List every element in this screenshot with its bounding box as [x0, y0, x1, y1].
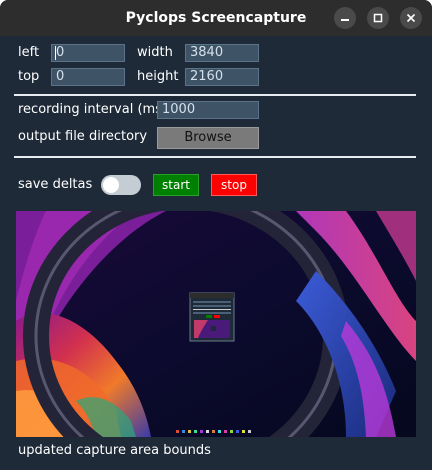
maximize-button[interactable] [367, 7, 389, 29]
app-window: Pyclops Screencapture left 0 width 3840 … [0, 0, 432, 470]
width-label: width [137, 45, 173, 60]
height-label: height [137, 69, 179, 84]
interval-value: 1000 [162, 102, 196, 117]
separator-1 [14, 94, 416, 96]
save-deltas-label: save deltas [18, 177, 93, 192]
height-value: 2160 [190, 69, 224, 84]
stop-button[interactable]: stop [211, 174, 257, 196]
close-icon [406, 13, 416, 23]
capture-preview [16, 211, 416, 437]
height-input[interactable]: 2160 [185, 68, 259, 86]
minimize-icon [341, 19, 349, 21]
minimize-button[interactable] [334, 7, 356, 29]
toggle-knob [103, 177, 119, 193]
interval-input[interactable]: 1000 [157, 101, 259, 119]
left-label: left [18, 45, 40, 60]
text-caret [55, 46, 56, 60]
close-button[interactable] [400, 7, 422, 29]
preview-wallpaper-image [16, 211, 416, 437]
width-input[interactable]: 3840 [185, 44, 259, 62]
start-button[interactable]: start [153, 174, 199, 196]
top-label: top [18, 69, 40, 84]
interval-label: recording interval (ms) [18, 102, 168, 117]
left-value: 0 [56, 45, 65, 60]
title-bar: Pyclops Screencapture [0, 0, 432, 36]
width-value: 3840 [190, 45, 224, 60]
left-input[interactable]: 0 [51, 44, 125, 62]
save-deltas-toggle[interactable] [101, 175, 141, 195]
separator-2 [14, 156, 416, 158]
top-input[interactable]: 0 [51, 68, 125, 86]
output-directory-label: output file directory [18, 129, 148, 144]
maximize-icon [373, 13, 383, 23]
status-message: updated capture area bounds [18, 443, 211, 458]
browse-button[interactable]: Browse [157, 127, 259, 149]
top-value: 0 [56, 69, 65, 84]
